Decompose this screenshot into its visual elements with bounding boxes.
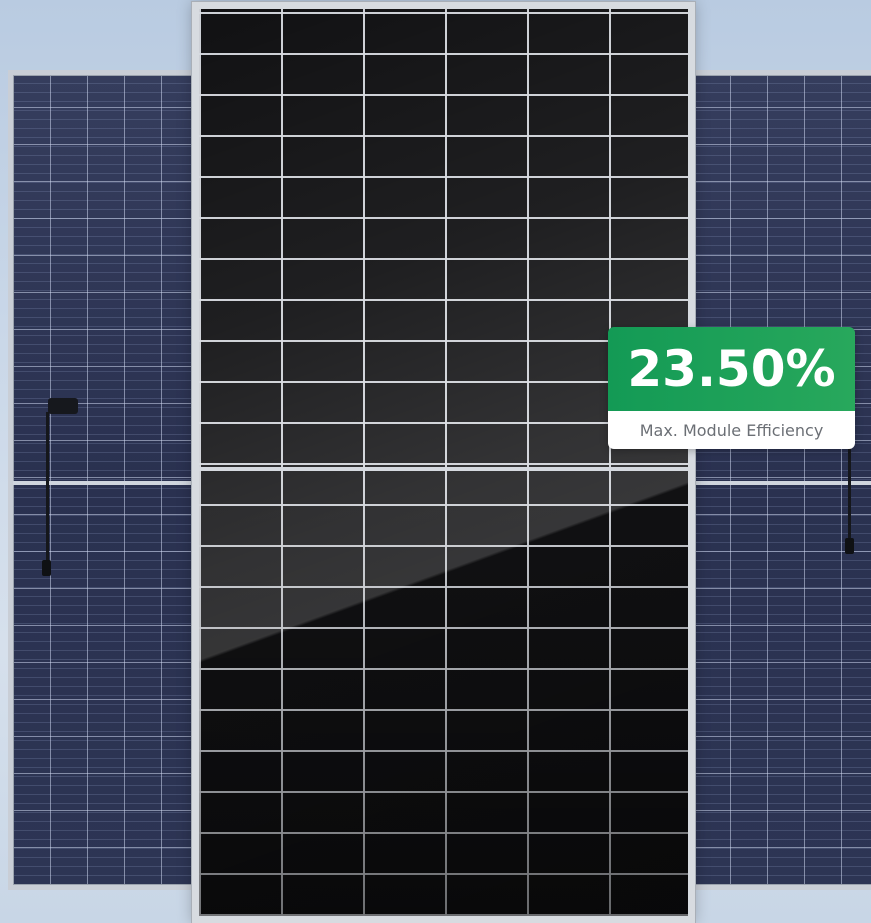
efficiency-value-box: 23.50%	[608, 327, 855, 411]
panel-mid-bar	[199, 467, 688, 471]
junction-box-left	[48, 398, 78, 414]
cable-left	[46, 412, 49, 562]
efficiency-badge: 23.50% Max. Module Efficiency	[608, 327, 855, 449]
back-solar-panel-right	[688, 70, 871, 890]
panel-mid-bar	[693, 481, 871, 485]
efficiency-value: 23.50%	[627, 340, 836, 398]
front-solar-panel	[192, 2, 695, 923]
efficiency-label: Max. Module Efficiency	[639, 420, 824, 440]
connector-left	[42, 560, 51, 576]
connector-right	[845, 538, 854, 554]
lower-shadow	[199, 469, 688, 916]
efficiency-label-box: Max. Module Efficiency	[608, 411, 855, 449]
solar-panel-scene: 23.50% Max. Module Efficiency	[0, 0, 871, 923]
